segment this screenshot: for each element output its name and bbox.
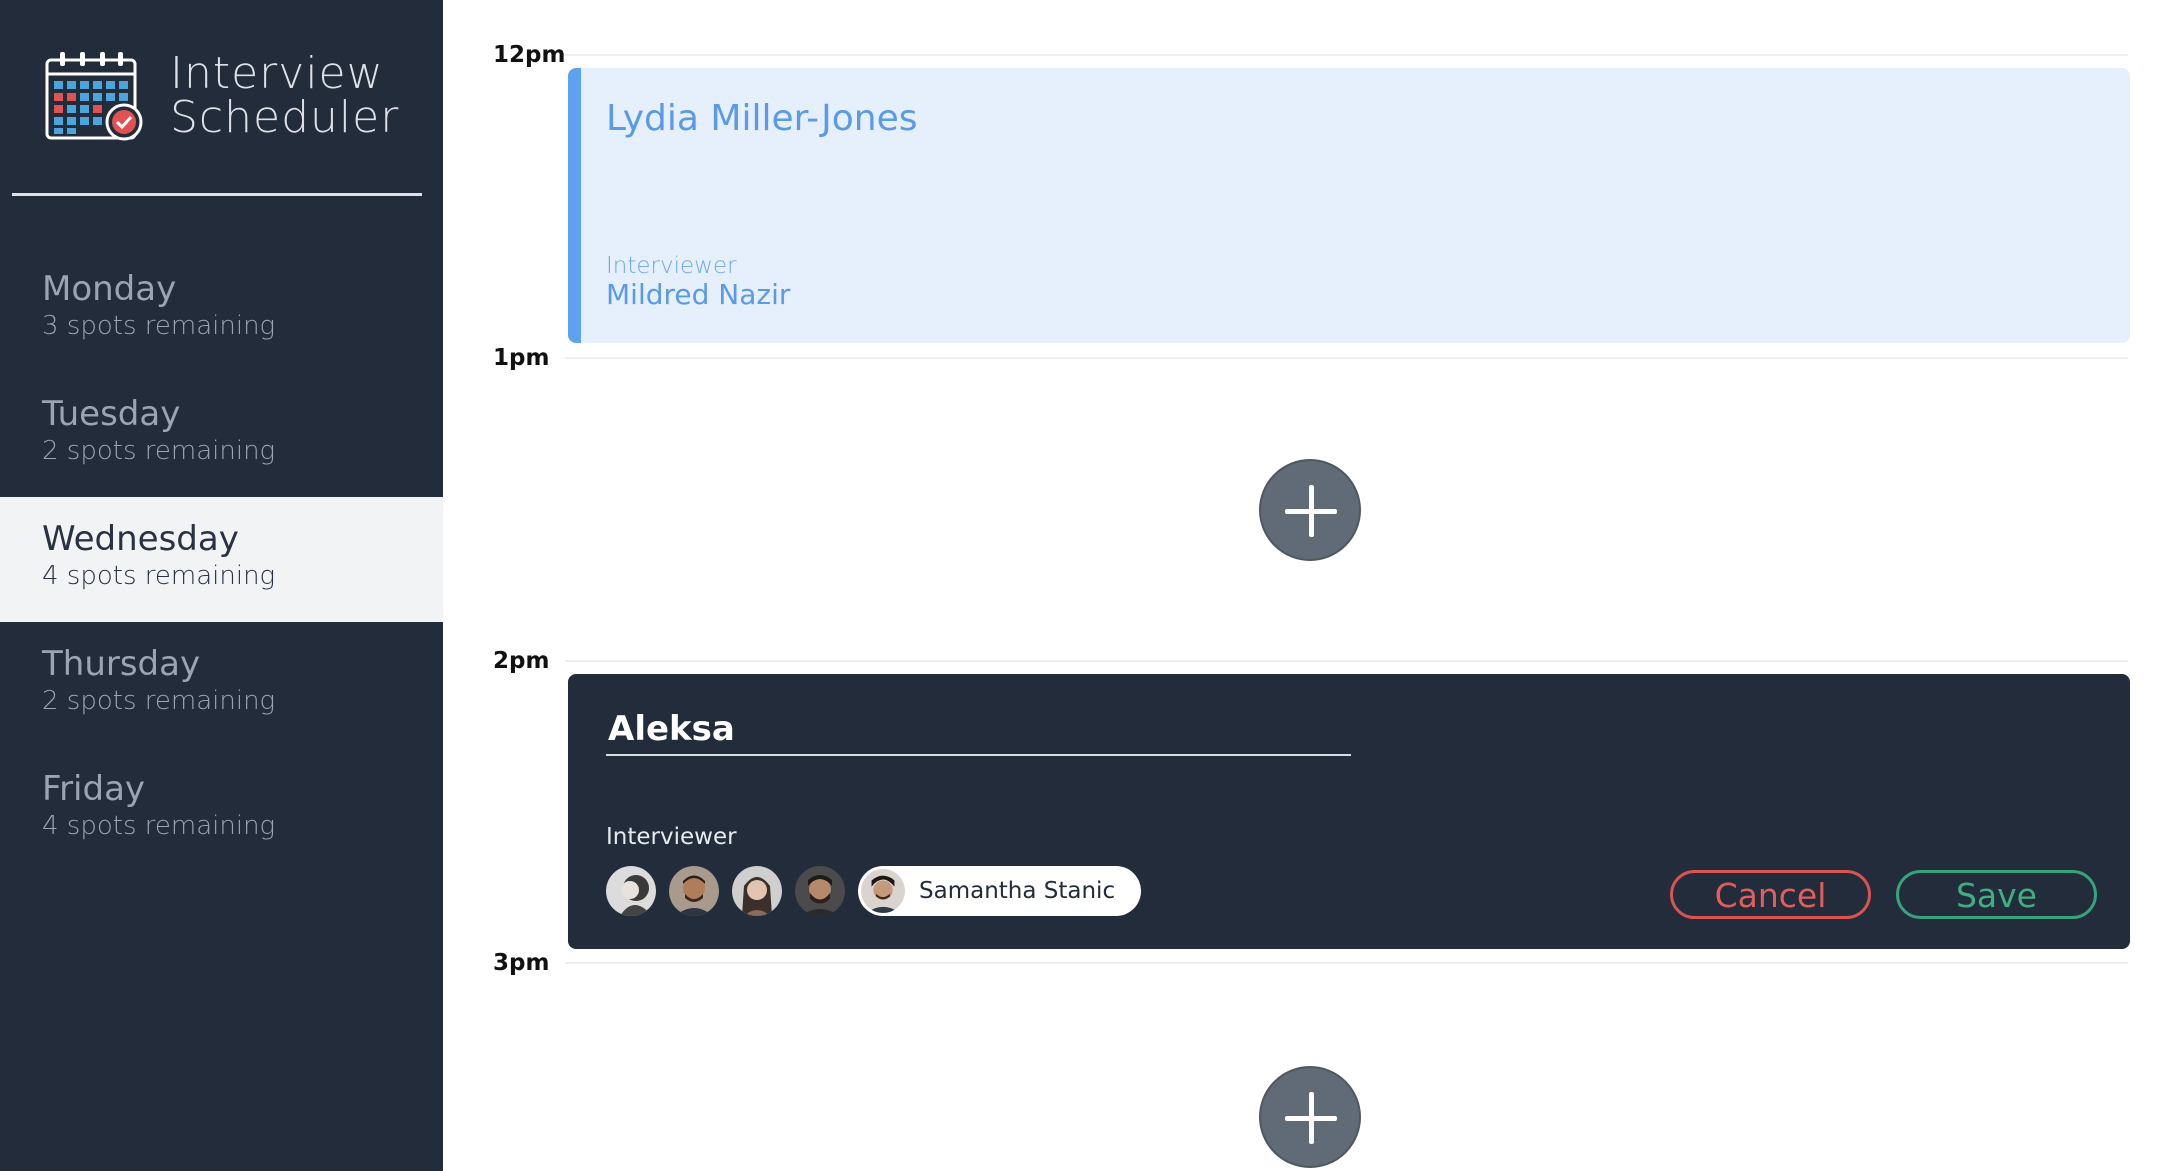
avatar-photo-icon (606, 866, 656, 916)
interviewer-avatar[interactable] (732, 866, 782, 916)
avatar-photo-icon (861, 869, 905, 913)
day-item-tuesday[interactable]: Tuesday 2 spots remaining (0, 372, 443, 497)
appointment-interviewer-label: Interviewer (606, 253, 737, 279)
save-button[interactable]: Save (1896, 870, 2097, 919)
sidebar: Interview Scheduler Monday 3 spots remai… (0, 0, 443, 1171)
sidebar-divider (12, 193, 422, 196)
selected-interviewer-name: Samantha Stanic (919, 878, 1116, 904)
interviewer-avatar[interactable] (606, 866, 656, 916)
hour-divider (565, 357, 2128, 359)
day-item-monday[interactable]: Monday 3 spots remaining (0, 247, 443, 372)
cancel-button[interactable]: Cancel (1670, 870, 1871, 919)
hour-label-3pm: 3pm (493, 950, 550, 976)
brand: Interview Scheduler (44, 46, 399, 146)
day-name: Friday (42, 769, 146, 809)
day-item-thursday[interactable]: Thursday 2 spots remaining (0, 622, 443, 747)
hour-label-2pm: 2pm (493, 648, 550, 674)
hour-label-1pm: 1pm (493, 345, 550, 371)
add-appointment-button[interactable] (1259, 459, 1361, 561)
appointment-form: Interviewer (568, 674, 2130, 949)
day-item-wednesday[interactable]: Wednesday 4 spots remaining (0, 497, 443, 622)
interviewer-list-label: Interviewer (606, 824, 737, 850)
interviewer-avatar[interactable] (669, 866, 719, 916)
day-name: Tuesday (42, 394, 181, 434)
hour-label-12pm: 12pm (493, 42, 566, 68)
appointment-student-name: Lydia Miller-Jones (606, 98, 918, 139)
day-name: Monday (42, 269, 177, 309)
selected-interviewer-chip[interactable]: Samantha Stanic (858, 866, 1142, 916)
avatar-photo-icon (732, 866, 782, 916)
interviewer-avatar (861, 869, 905, 913)
day-spots: 3 spots remaining (42, 311, 276, 341)
day-list: Monday 3 spots remaining Tuesday 2 spots… (0, 247, 443, 872)
interviewer-list: Samantha Stanic (606, 866, 1142, 916)
student-name-input[interactable] (606, 704, 1351, 756)
appointment-interviewer-name: Mildred Nazir (606, 278, 791, 311)
hour-divider (565, 660, 2128, 662)
hour-divider (565, 54, 2128, 56)
add-appointment-button[interactable] (1259, 1066, 1361, 1168)
day-spots: 4 spots remaining (42, 561, 276, 591)
hour-divider (565, 962, 2128, 964)
booked-appointment[interactable]: Lydia Miller-Jones Interviewer Mildred N… (568, 68, 2130, 343)
app-title-line1: Interview (170, 48, 384, 99)
interviewer-avatar[interactable] (795, 866, 845, 916)
day-spots: 2 spots remaining (42, 436, 276, 466)
day-name: Wednesday (42, 519, 239, 559)
app-title: Interview Scheduler (170, 52, 399, 140)
schedule: 12pm Lydia Miller-Jones Interviewer Mild… (443, 0, 2160, 1171)
day-name: Thursday (42, 644, 201, 684)
day-item-friday[interactable]: Friday 4 spots remaining (0, 747, 443, 872)
calendar-logo-icon (45, 52, 143, 141)
day-spots: 2 spots remaining (42, 686, 276, 716)
day-spots: 4 spots remaining (42, 811, 276, 841)
avatar-photo-icon (669, 866, 719, 916)
avatar-photo-icon (795, 866, 845, 916)
app-title-line2: Scheduler (170, 92, 400, 143)
